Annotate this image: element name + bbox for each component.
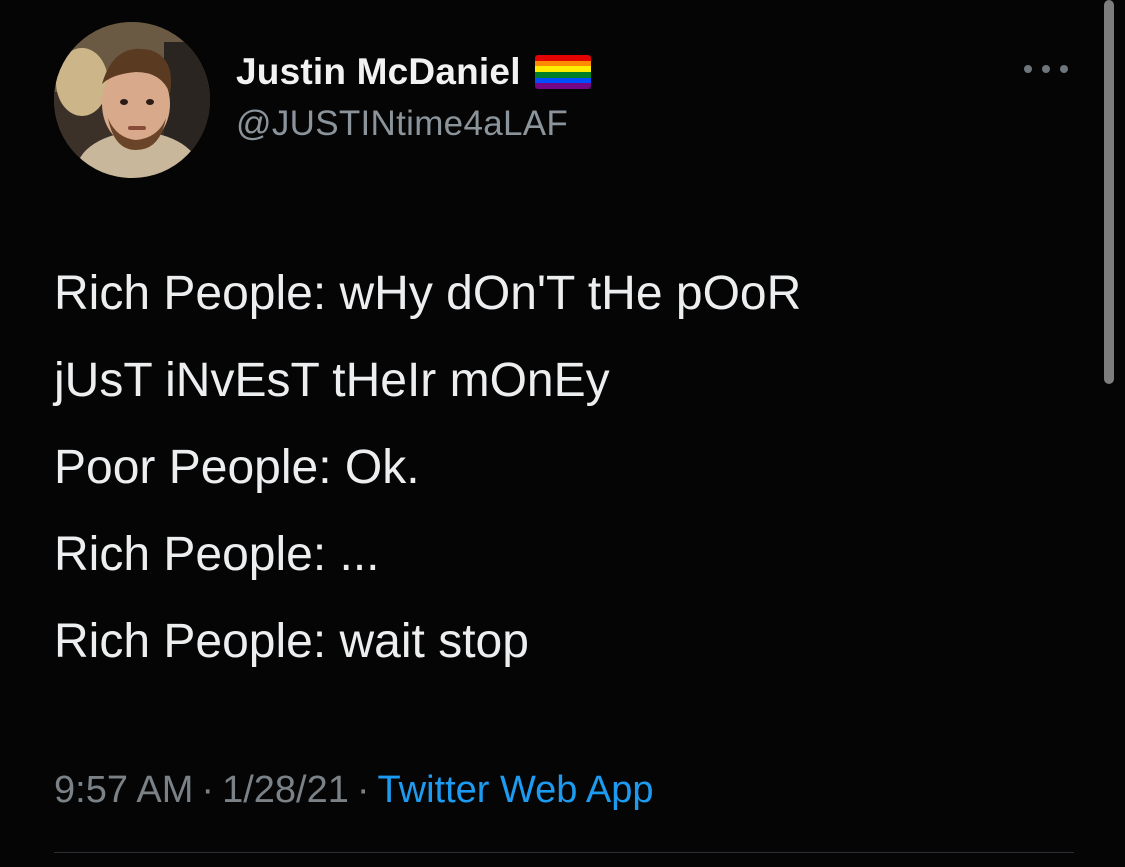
meta-separator: · — [356, 769, 370, 811]
tweet-text: Rich People: wHy dOn'T tHe pOoR jUsT iNv… — [54, 250, 1064, 685]
tweet-line: Poor People: Ok. — [54, 441, 420, 494]
author-name-row: Justin McDaniel — [236, 48, 591, 96]
more-dot — [1042, 65, 1050, 73]
avatar-photo-icon — [54, 22, 210, 178]
tweet-metadata: 9:57 AM · 1/28/21 · Twitter Web App — [54, 762, 654, 818]
tweet-line: Rich People: wait stop — [54, 615, 529, 668]
tweet-time[interactable]: 9:57 AM — [54, 769, 193, 811]
divider — [54, 852, 1074, 853]
author-avatar[interactable] — [54, 22, 210, 178]
tweet-line: Rich People: ... — [54, 528, 380, 581]
more-dot — [1060, 65, 1068, 73]
tweet-source-link[interactable]: Twitter Web App — [378, 769, 654, 811]
tweet-line: Rich People: wHy dOn'T tHe pOoR — [54, 267, 802, 320]
more-dot — [1024, 65, 1032, 73]
rainbow-flag-icon — [534, 55, 591, 89]
tweet-date[interactable]: 1/28/21 — [222, 769, 349, 811]
tweet-line: jUsT iNvEsT tHeIr mOnEy — [54, 354, 610, 407]
meta-separator: · — [201, 769, 215, 811]
scrollbar-thumb[interactable] — [1104, 0, 1114, 384]
tweet-card: Justin McDaniel @JUSTINtime4aLAF Rich Pe… — [0, 0, 1125, 867]
author-display-name[interactable]: Justin McDaniel — [236, 51, 521, 93]
more-options-icon[interactable] — [1024, 58, 1068, 80]
author-handle[interactable]: @JUSTINtime4aLAF — [236, 104, 568, 144]
